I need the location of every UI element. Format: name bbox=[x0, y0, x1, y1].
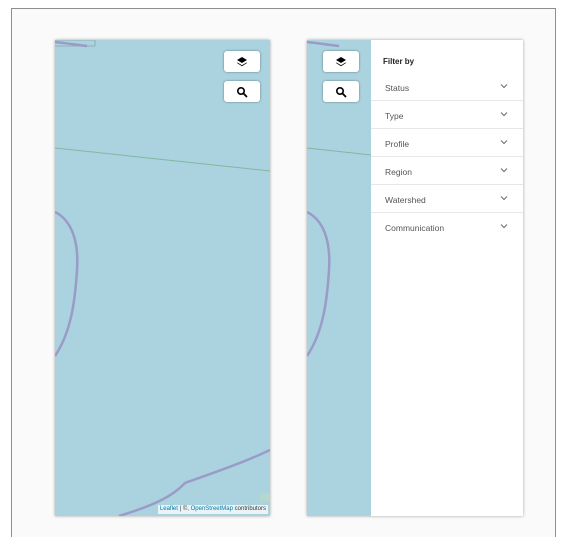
filter-region[interactable]: Region bbox=[371, 157, 523, 185]
map-view-with-filters: Filter by Status Type Profile Region Wat… bbox=[307, 40, 523, 516]
filter-profile[interactable]: Profile bbox=[371, 129, 523, 157]
filter-list: Status Type Profile Region Watershed Com… bbox=[371, 73, 523, 241]
map-canvas[interactable] bbox=[55, 40, 270, 516]
chevron-down-icon bbox=[500, 168, 508, 173]
attribution-separator: | ©, bbox=[179, 506, 189, 512]
layers-button[interactable] bbox=[224, 51, 260, 72]
filter-watershed[interactable]: Watershed bbox=[371, 185, 523, 213]
filter-item-label: Status bbox=[385, 83, 410, 93]
layers-icon bbox=[237, 56, 247, 66]
chevron-down-icon bbox=[500, 84, 508, 89]
chevron-down-icon bbox=[500, 224, 508, 229]
map-boundary-top bbox=[55, 40, 88, 48]
map-land-fragment bbox=[260, 493, 270, 501]
filter-communication[interactable]: Communication bbox=[371, 213, 523, 241]
filter-item-label: Profile bbox=[385, 139, 410, 149]
filter-type[interactable]: Type bbox=[371, 101, 523, 129]
chevron-down-icon bbox=[500, 140, 508, 145]
layers-button[interactable] bbox=[323, 51, 359, 72]
search-button[interactable] bbox=[224, 81, 260, 102]
filter-item-label: Type bbox=[385, 111, 404, 121]
chevron-down-icon bbox=[500, 112, 508, 117]
map-route-line bbox=[307, 147, 371, 156]
search-button[interactable] bbox=[323, 81, 359, 102]
map-features bbox=[307, 40, 371, 357]
map-boundary-curve bbox=[55, 210, 79, 357]
filter-title: Filter by bbox=[383, 57, 415, 66]
layers-icon bbox=[336, 56, 346, 66]
map-boundary-curve bbox=[307, 210, 331, 357]
map-boundary-top bbox=[307, 40, 340, 48]
attribution-contributors: contributors bbox=[234, 506, 266, 512]
openstreetmap-link[interactable]: OpenStreetMap bbox=[191, 506, 233, 512]
filter-status[interactable]: Status bbox=[371, 73, 523, 101]
filter-item-label: Watershed bbox=[385, 195, 426, 205]
search-icon bbox=[335, 86, 347, 97]
map-view-collapsed: Leaflet | ©, OpenStreetMap contributors bbox=[55, 40, 270, 516]
filter-item-label: Region bbox=[385, 167, 412, 177]
leaflet-link[interactable]: Leaflet bbox=[160, 506, 178, 512]
map-attribution: Leaflet | ©, OpenStreetMap contributors bbox=[157, 505, 268, 514]
filter-item-label: Communication bbox=[385, 223, 445, 233]
search-icon bbox=[236, 86, 248, 97]
map-features bbox=[55, 40, 270, 516]
chevron-down-icon bbox=[500, 196, 508, 201]
filter-panel: Filter by Status Type Profile Region Wat… bbox=[371, 40, 523, 516]
map-route-line bbox=[55, 147, 270, 172]
